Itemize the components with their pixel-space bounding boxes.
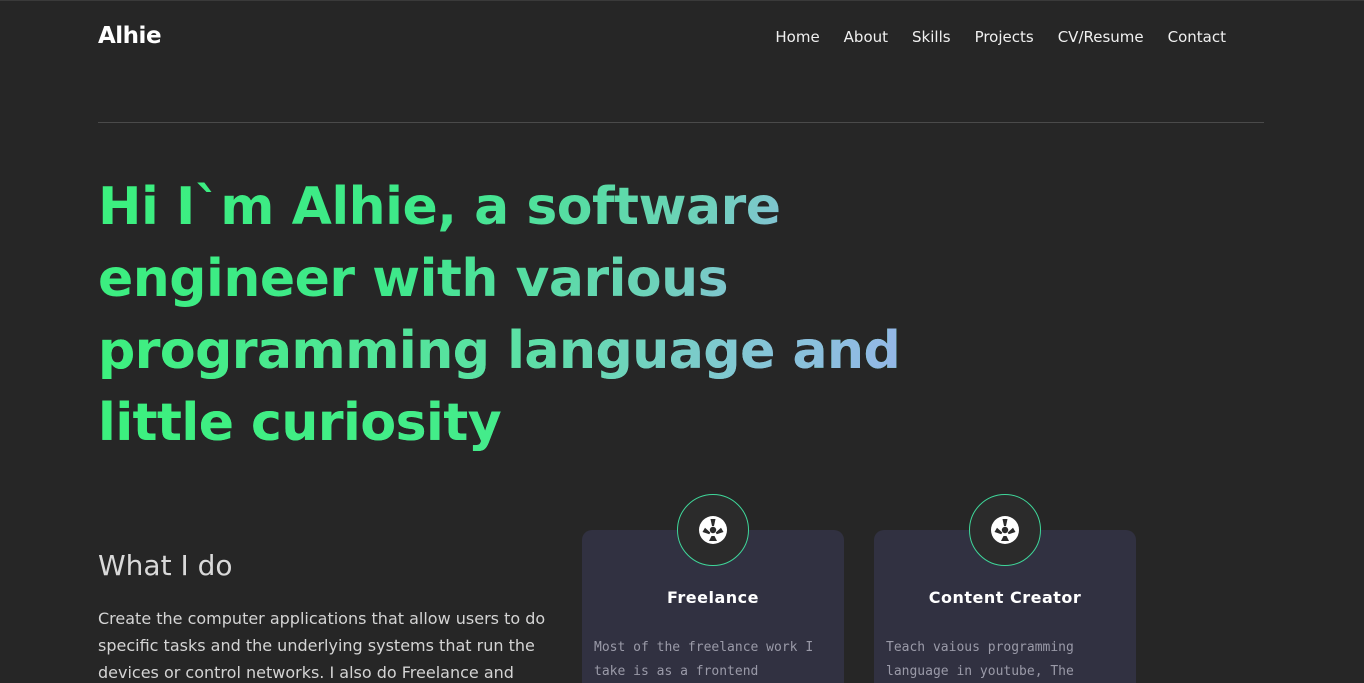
what-i-do-text: Create the computer applications that al… — [98, 609, 546, 682]
header-divider — [98, 122, 1264, 123]
card-title: Content Creator — [928, 588, 1082, 607]
hero-line: Hi I`m Alhie, a software — [98, 177, 781, 237]
service-card-content-creator: Content Creator Teach vaious programming… — [874, 494, 1136, 683]
nav-link-contact[interactable]: Contact — [1168, 28, 1226, 46]
nav-link-about[interactable]: About — [844, 28, 888, 46]
hero-line: engineer with various — [98, 249, 729, 309]
card-title: Freelance — [666, 588, 759, 607]
service-card-freelance: Freelance Most of the freelance work I t… — [582, 494, 844, 683]
hero-heading: Hi I`m Alhie, a software engineer with v… — [98, 171, 958, 459]
atom-icon — [991, 516, 1019, 544]
atom-icon — [699, 516, 727, 544]
nav-link-home[interactable]: Home — [775, 28, 819, 46]
site-header: Alhie Home About Skills Projects CV/Resu… — [98, 1, 1264, 73]
nav-link-cv-resume[interactable]: CV/Resume — [1058, 28, 1144, 46]
nav-link-skills[interactable]: Skills — [912, 28, 951, 46]
site-logo[interactable]: Alhie — [98, 23, 162, 49]
card-text: Most of the freelance work I take is as … — [594, 640, 814, 679]
card-badge — [677, 494, 749, 566]
hero-line: little curiosity — [98, 387, 958, 459]
main-nav: Home About Skills Projects CV/Resume Con… — [775, 28, 1226, 46]
nav-link-projects[interactable]: Projects — [975, 28, 1034, 46]
hero-line: programming language and — [98, 315, 958, 387]
card-badge — [969, 494, 1041, 566]
what-i-do-title: What I do — [98, 549, 233, 582]
card-text: Teach vaious programming language in you… — [886, 640, 1074, 679]
